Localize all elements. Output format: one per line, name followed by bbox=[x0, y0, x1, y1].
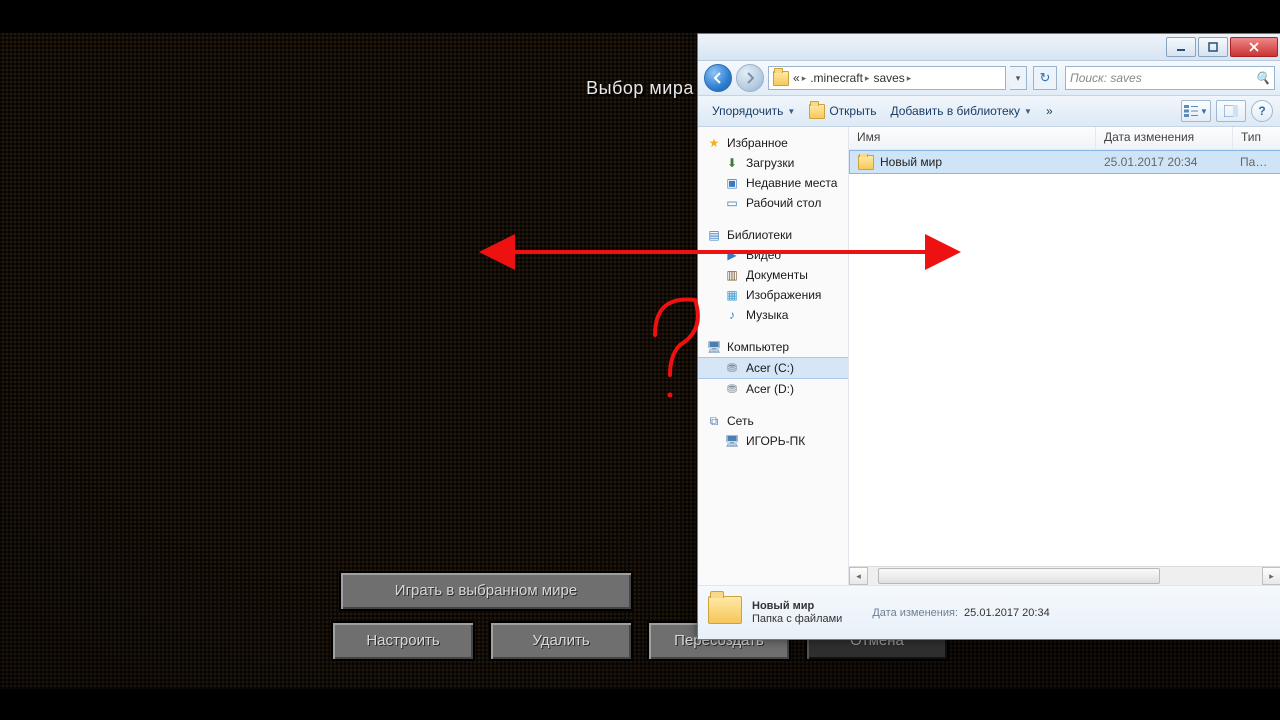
nav-network[interactable]: ⧉Сеть bbox=[698, 411, 848, 431]
nav-music[interactable]: ♪Музыка bbox=[698, 305, 848, 325]
toolbar-overflow[interactable]: » bbox=[1040, 101, 1059, 121]
explorer-window[interactable]: «▸ .minecraft▸ saves▸ ▾ ↻ Поиск: saves 🔍… bbox=[697, 33, 1280, 640]
help-button[interactable]: ? bbox=[1251, 100, 1273, 122]
col-date[interactable]: Дата изменения bbox=[1096, 127, 1233, 149]
libraries-icon: ▤ bbox=[706, 227, 722, 243]
folder-icon bbox=[773, 70, 789, 86]
nav-computer[interactable]: 🖥Компьютер bbox=[698, 337, 848, 357]
breadcrumb-seg-saves[interactable]: saves▸ bbox=[873, 71, 911, 85]
documents-icon: ▥ bbox=[724, 267, 740, 283]
nav-network-pc[interactable]: 🖥ИГОРЬ-ПК bbox=[698, 431, 848, 451]
window-maximize-button[interactable] bbox=[1198, 37, 1228, 57]
play-world-button[interactable]: Играть в выбранном мире bbox=[339, 571, 633, 611]
preview-pane-button[interactable] bbox=[1216, 100, 1246, 122]
pictures-icon: ▦ bbox=[724, 287, 740, 303]
star-icon: ★ bbox=[706, 135, 722, 151]
scroll-left-button[interactable]: ◂ bbox=[849, 567, 868, 585]
recent-icon: ▣ bbox=[724, 175, 740, 191]
edit-world-button[interactable]: Настроить bbox=[331, 621, 475, 661]
folder-open-icon bbox=[809, 103, 825, 119]
breadcrumb-root[interactable]: «▸ bbox=[793, 71, 806, 85]
details-pane: Новый мир Папка с файлами Дата изменения… bbox=[698, 585, 1280, 639]
window-minimize-button[interactable] bbox=[1166, 37, 1196, 57]
nav-back-button[interactable] bbox=[704, 64, 732, 92]
col-type[interactable]: Тип bbox=[1233, 127, 1280, 149]
address-dropdown[interactable]: ▾ bbox=[1010, 66, 1027, 90]
horizontal-scrollbar[interactable]: ◂ ▸ bbox=[849, 566, 1280, 585]
nav-recent[interactable]: ▣Недавние места bbox=[698, 173, 848, 193]
drive-icon: ⛃ bbox=[724, 381, 740, 397]
scroll-right-button[interactable]: ▸ bbox=[1262, 567, 1280, 585]
scroll-thumb[interactable] bbox=[878, 568, 1160, 584]
breadcrumb[interactable]: «▸ .minecraft▸ saves▸ bbox=[768, 66, 1006, 90]
folder-icon bbox=[858, 154, 874, 170]
window-titlebar[interactable] bbox=[698, 34, 1280, 61]
nav-video[interactable]: ▶Видео bbox=[698, 245, 848, 265]
pc-icon: 🖥 bbox=[724, 433, 740, 449]
letterbox-top bbox=[0, 0, 1280, 33]
music-icon: ♪ bbox=[724, 307, 740, 323]
explorer-toolbar: Упорядочить▼ Открыть Добавить в библиоте… bbox=[698, 96, 1280, 127]
nav-drive-d[interactable]: ⛃Acer (D:) bbox=[698, 379, 848, 399]
details-date-label: Дата изменения: bbox=[872, 607, 958, 619]
col-name[interactable]: Имя bbox=[849, 127, 1096, 149]
letterbox-bottom bbox=[0, 687, 1280, 720]
refresh-button[interactable]: ↻ bbox=[1033, 66, 1057, 90]
computer-icon: 🖥 bbox=[706, 339, 722, 355]
nav-forward-button[interactable] bbox=[736, 64, 764, 92]
nav-documents[interactable]: ▥Документы bbox=[698, 265, 848, 285]
nav-pictures[interactable]: ▦Изображения bbox=[698, 285, 848, 305]
search-input[interactable]: Поиск: saves 🔍 bbox=[1065, 66, 1275, 90]
downloads-icon: ⬇ bbox=[724, 155, 740, 171]
file-list[interactable]: Новый мир 25.01.2017 20:34 Папка с ф bbox=[849, 150, 1280, 566]
scroll-track[interactable] bbox=[868, 568, 1262, 584]
nav-desktop[interactable]: ▭Рабочий стол bbox=[698, 193, 848, 213]
drive-icon: ⛃ bbox=[724, 360, 740, 376]
nav-libraries[interactable]: ▤Библиотеки bbox=[698, 225, 848, 245]
list-item[interactable]: Новый мир 25.01.2017 20:34 Папка с ф bbox=[849, 150, 1280, 174]
nav-favorites[interactable]: ★Избранное bbox=[698, 133, 848, 153]
details-date: 25.01.2017 20:34 bbox=[964, 607, 1050, 619]
breadcrumb-seg-minecraft[interactable]: .minecraft▸ bbox=[810, 71, 869, 85]
window-close-button[interactable] bbox=[1230, 37, 1278, 57]
organize-menu[interactable]: Упорядочить▼ bbox=[706, 101, 801, 121]
address-bar-row: «▸ .minecraft▸ saves▸ ▾ ↻ Поиск: saves 🔍 bbox=[698, 61, 1280, 96]
nav-drive-c[interactable]: ⛃Acer (C:) bbox=[698, 357, 848, 379]
file-list-pane: Имя Дата изменения Тип Новый мир 25.01.2… bbox=[849, 127, 1280, 585]
column-headers[interactable]: Имя Дата изменения Тип bbox=[849, 127, 1280, 150]
video-icon: ▶ bbox=[724, 247, 740, 263]
nav-downloads[interactable]: ⬇Загрузки bbox=[698, 153, 848, 173]
details-kind: Папка с файлами bbox=[752, 613, 842, 625]
network-icon: ⧉ bbox=[706, 413, 722, 429]
add-to-library-menu[interactable]: Добавить в библиотеку▼ bbox=[884, 101, 1037, 121]
view-mode-button[interactable]: ▼ bbox=[1181, 100, 1211, 122]
desktop-icon: ▭ bbox=[724, 195, 740, 211]
details-name: Новый мир bbox=[752, 600, 814, 612]
navigation-pane[interactable]: ★Избранное ⬇Загрузки ▣Недавние места ▭Ра… bbox=[698, 127, 849, 585]
explorer-body: ★Избранное ⬇Загрузки ▣Недавние места ▭Ра… bbox=[698, 127, 1280, 585]
delete-world-button[interactable]: Удалить bbox=[489, 621, 633, 661]
search-icon: 🔍 bbox=[1255, 71, 1270, 85]
open-button[interactable]: Открыть bbox=[803, 100, 882, 122]
folder-icon bbox=[708, 596, 742, 630]
